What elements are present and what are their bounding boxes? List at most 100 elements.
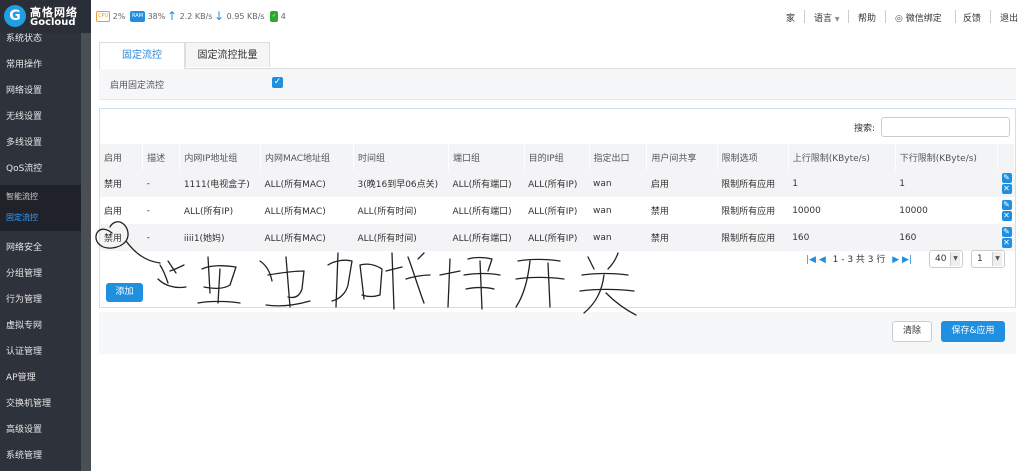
sidebar-item-wireless[interactable]: 无线设置	[0, 104, 81, 130]
cell-up-limit: 1	[788, 170, 896, 197]
page-size-value: 40	[935, 254, 947, 264]
cell-desc: -	[142, 170, 180, 197]
download-value: 0.95 KB/s	[226, 12, 265, 21]
online-devices-icon: ✓	[270, 11, 279, 22]
home-link[interactable]: 家	[786, 11, 795, 24]
sidebar-item-network[interactable]: 网络设置	[0, 78, 81, 104]
cell-ip-group: 1111(电视盒子)	[179, 170, 261, 197]
sidebar-item-system-status[interactable]: 系统状态	[0, 26, 81, 52]
sidebar-item-multiline[interactable]: 多线设置	[0, 130, 81, 156]
sidebar-item-groups[interactable]: 分组管理	[0, 261, 81, 287]
cpu-stat: CPU 2%	[96, 10, 125, 23]
delete-icon[interactable]: ✕	[1001, 210, 1012, 221]
wechat-bind-link[interactable]: ◎ 微信绑定	[895, 11, 942, 24]
logo-icon: G	[4, 5, 26, 27]
col-ip-group: 内网IP地址组	[179, 144, 261, 170]
ram-stat: RAM 38%	[130, 10, 165, 23]
cell-limit-option: 限制所有应用	[717, 170, 789, 197]
download-stat: ↓ 0.95 KB/s	[214, 10, 265, 23]
cell-actions: ✎✕	[997, 224, 1015, 251]
online-stat: ✓ 4	[270, 10, 286, 23]
cell-limit-option: 限制所有应用	[717, 197, 789, 224]
next-page-icon[interactable]: ▶	[892, 255, 899, 265]
sidebar-item-auth[interactable]: 认证管理	[0, 339, 81, 365]
sidebar-subitem-fixed-qos[interactable]: 固定流控	[0, 208, 81, 228]
delete-icon[interactable]: ✕	[1001, 237, 1012, 248]
wechat-icon: ◎	[895, 14, 903, 24]
pager-info: 1 - 3 共 3 行	[832, 255, 886, 265]
sidebar-item-network-security[interactable]: 网络安全	[0, 235, 81, 261]
sidebar-item-advanced[interactable]: 高级设置	[0, 417, 81, 443]
cell-down-limit: 10000	[895, 197, 998, 224]
col-time-group: 时间组	[353, 144, 449, 170]
col-mac-group: 内网MAC地址组	[260, 144, 355, 170]
feedback-link[interactable]: 反馈	[963, 11, 981, 24]
ram-icon: RAM	[130, 11, 146, 22]
cell-dest-ip-group: ALL(所有IP)	[524, 170, 590, 197]
upload-stat: ↑ 2.2 KB/s	[167, 10, 212, 23]
table-row: 禁用 - 1111(电视盒子) ALL(所有MAC) 3(晚16到早06点关) …	[100, 170, 1015, 197]
cell-actions: ✎✕	[997, 170, 1015, 197]
language-menu[interactable]: 语言 ▼	[814, 11, 840, 24]
logout-link[interactable]: 退出	[1000, 11, 1018, 24]
last-page-icon[interactable]: ▶|	[902, 255, 912, 265]
clear-button[interactable]: 清除	[892, 321, 932, 342]
tab-fixed-qos[interactable]: 固定流控	[99, 42, 185, 69]
handwritten-annotation	[95, 221, 637, 316]
edit-icon[interactable]: ✎	[1001, 227, 1012, 237]
table-header-row: 启用 描述 内网IP地址组 内网MAC地址组 时间组 端口组 目的IP组 指定出…	[100, 144, 1015, 170]
edit-icon[interactable]: ✎	[1001, 173, 1012, 183]
cell-port-group: ALL(所有端口)	[448, 170, 525, 197]
cpu-value: 2%	[112, 12, 126, 21]
cell-up-limit: 10000	[788, 197, 896, 224]
col-port-group: 端口组	[448, 144, 525, 170]
circle-mark	[95, 221, 129, 249]
search-input[interactable]	[881, 117, 1010, 137]
cell-mac-group: ALL(所有MAC)	[260, 170, 354, 197]
pager: |◀ ◀ 1 - 3 共 3 行 ▶ ▶|	[806, 252, 912, 265]
page-number-select[interactable]: 1 ▼	[971, 250, 1005, 268]
wechat-label: 微信绑定	[905, 14, 942, 24]
pointer-stroke	[125, 240, 161, 264]
cell-up-limit: 160	[788, 224, 896, 251]
ram-value: 38%	[147, 12, 166, 21]
sidebar-item-switch[interactable]: 交换机管理	[0, 391, 81, 417]
sidebar-item-behavior[interactable]: 行为管理	[0, 287, 81, 313]
sidebar-item-qos[interactable]: QoS流控	[0, 156, 81, 182]
cell-down-limit: 1	[895, 170, 998, 197]
save-apply-button[interactable]: 保存&应用	[941, 321, 1005, 342]
help-link[interactable]: 帮助	[858, 11, 876, 24]
cpu-icon: CPU	[96, 11, 111, 22]
edit-icon[interactable]: ✎	[1001, 200, 1012, 210]
chevron-down-icon: ▼	[834, 16, 840, 23]
enable-fixed-qos-checkbox[interactable]: ✓	[272, 77, 283, 88]
sidebar-subitem-smart-qos[interactable]: 智能流控	[0, 187, 81, 207]
cell-actions: ✎✕	[997, 197, 1015, 224]
enable-fixed-qos-label: 启用固定流控	[110, 81, 165, 91]
enable-row: 启用固定流控 ✓	[99, 69, 1016, 100]
sidebar-item-common-ops[interactable]: 常用操作	[0, 52, 81, 78]
qos-submenu: 智能流控 固定流控	[0, 185, 81, 231]
delete-icon[interactable]: ✕	[1001, 183, 1012, 194]
cell-time-group: 3(晚16到早06点关)	[353, 170, 449, 197]
col-actions	[997, 144, 1015, 170]
first-page-icon[interactable]: |◀	[806, 255, 816, 265]
chevron-down-icon: ▼	[950, 252, 960, 266]
page-size-select[interactable]: 40 ▼	[929, 250, 963, 268]
col-user-share: 用户间共享	[646, 144, 718, 170]
search-label: 搜索:	[854, 124, 876, 134]
cell-limit-option: 限制所有应用	[717, 224, 789, 251]
tab-fixed-qos-batch[interactable]: 固定流控批量	[185, 42, 270, 67]
sidebar-item-ap[interactable]: AP管理	[0, 365, 81, 391]
upload-value: 2.2 KB/s	[179, 12, 213, 21]
online-value: 4	[280, 12, 286, 21]
col-desc: 描述	[142, 144, 181, 170]
sidebar-item-system-mgmt[interactable]: 系统管理	[0, 443, 81, 469]
col-up-limit: 上行限制(KByte/s)	[788, 144, 896, 170]
upload-arrow-icon: ↑	[167, 9, 178, 23]
cell-enabled: 禁用	[100, 170, 143, 197]
col-enabled: 启用	[100, 144, 144, 170]
prev-page-icon[interactable]: ◀	[819, 255, 826, 265]
sidebar-item-vpn[interactable]: 虚拟专网	[0, 313, 81, 339]
chevron-down-icon: ▼	[992, 252, 1002, 266]
